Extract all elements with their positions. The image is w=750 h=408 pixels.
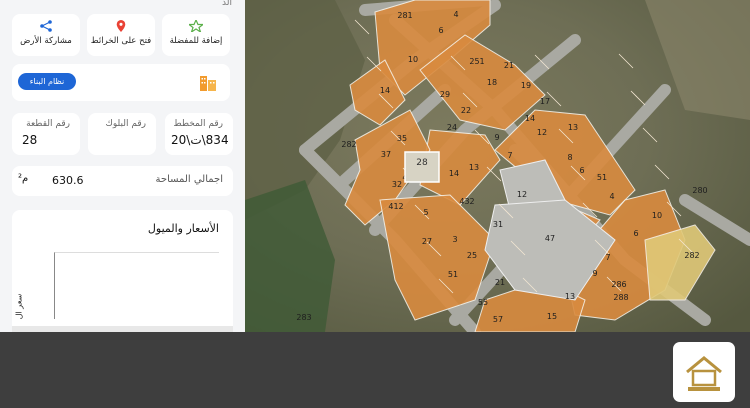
parcel-number-label: 21 [504,61,514,70]
parcel-number-value: 28 [22,133,38,147]
parcel-number-label: 13 [568,123,578,132]
total-area-value: 630.6 [52,174,84,187]
parcel-number-label: 6 [438,26,443,35]
total-area-label: اجمالي المساحة [155,174,223,185]
parcel-number-label: 9 [592,269,597,278]
parcel-number-label: 412 [388,202,403,211]
parcel-number-label: 282 [341,140,356,149]
share-icon [40,20,52,32]
parcel-number-label: 9 [494,133,499,142]
parcel-number-label: 251 [469,57,484,66]
parcel-number-label: 18 [487,78,497,87]
parcel-number-label: 283 [296,313,311,322]
block-number-label: رقم البلوك [105,119,146,129]
truncated-header-text: الذ [222,0,232,8]
parcel-number-label: 14 [525,114,535,123]
parcel-number-label: 13 [565,292,575,301]
parcel-number-label: 4 [609,192,614,201]
parcel-number-label: 5 [423,208,428,217]
parcel-number-label: 22 [461,106,471,115]
share-land-button[interactable]: مشاركة الأرض [12,14,80,56]
block-number-card: رقم البلوك [88,113,156,155]
parcel-number-label: 281 [397,11,412,20]
parcel-number-label: 17 [540,97,550,106]
parcel-number-label: 31 [493,220,503,229]
parcel-number-label: 51 [448,270,458,279]
plan-number-value: 834\ت\20 [171,133,229,147]
parcel-number-label: 13 [469,163,479,172]
parcel-map-canvas[interactable]: 281 4610 251 2114 2918 1917222414131235 973713… [245,0,750,332]
parcel-number-label: 12 [537,128,547,137]
satellite-map[interactable]: 281 4 6 10 251 21 14 29 18 19 17 22 24 14 13 12 35 9 7 37 13… [245,0,750,332]
parcel-number-label: 6 [633,229,638,238]
parcel-number-label: رقم القطعة [26,119,70,129]
prices-y-axis-label: سعر ال [14,293,24,320]
parcel-info-panel: الذ إضافة للمفضلة فتح على الخرائط مشاركة… [0,0,245,332]
parcel-number-label: 282 [684,251,699,260]
parcel-number-label: 29 [440,90,450,99]
selected-parcel-label: 28 [416,158,428,168]
open-in-maps-label: فتح على الخرائط [90,36,152,46]
parcel-number-label: 7 [507,151,512,160]
parcel-number-label: 37 [381,150,391,159]
parcel-number-label: 14 [449,169,459,178]
parcel-number-label: 12 [517,190,527,199]
prices-title: الأسعار والميول [147,222,219,235]
plan-number-label: رقم المخطط [173,119,223,129]
star-icon [189,20,203,32]
parcel-number-label: 21 [495,278,505,287]
building-system-button[interactable]: نظام البناء [18,73,76,90]
parcel-number-label: 27 [422,237,432,246]
share-land-label: مشاركة الأرض [20,36,72,46]
prices-chart-card: الأسعار والميول سعر ال [12,210,233,332]
parcel-number-label: 32 [392,180,402,189]
parcel-number-label: 4 [453,10,458,19]
parcel-number-label: 8 [567,153,572,162]
parcel-number-label: 57 [493,315,503,324]
parcel-number-label: 3 [452,235,457,244]
parcel-number-label: 10 [408,55,418,64]
parcel-number-label: 51 [597,173,607,182]
parcel-number-card: رقم القطعة 28 [12,113,80,155]
parcel-number-label: 15 [547,312,557,321]
add-to-favorites-label: إضافة للمفضلة [169,36,223,46]
parcel-number-label: 6 [579,166,584,175]
bottom-bar [0,332,750,408]
parcel-number-label: 7 [605,253,610,262]
parcel-number-label: 55 [478,298,488,307]
parcel-number-label: 35 [397,134,407,143]
google-maps-pin-icon [116,20,126,32]
open-in-maps-button[interactable]: فتح على الخرائط [87,14,155,56]
total-area-card: اجمالي المساحة 630.6 م² [12,166,233,196]
parcel-number-label: 19 [521,81,531,90]
parcel-number-label: 47 [545,234,555,243]
parcel-number-label: 14 [380,86,390,95]
parcel-number-label: 24 [447,123,457,132]
prices-chart-area [54,252,219,319]
plan-number-card: رقم المخطط 834\ت\20 [165,113,233,155]
parcel-number-label: 25 [467,251,477,260]
parcel-number-label: 10 [652,211,662,220]
buildings-icon [200,76,216,91]
parcel-number-label: 432 [459,197,474,206]
parcel-number-label: 280 [692,186,707,195]
house-logo-icon [686,356,722,391]
add-to-favorites-button[interactable]: إضافة للمفضلة [162,14,230,56]
parcel-number-label: 286 [611,280,626,289]
app-logo [673,342,735,402]
parcel-number-label: 288 [613,293,628,302]
area-unit: م² [18,173,29,184]
